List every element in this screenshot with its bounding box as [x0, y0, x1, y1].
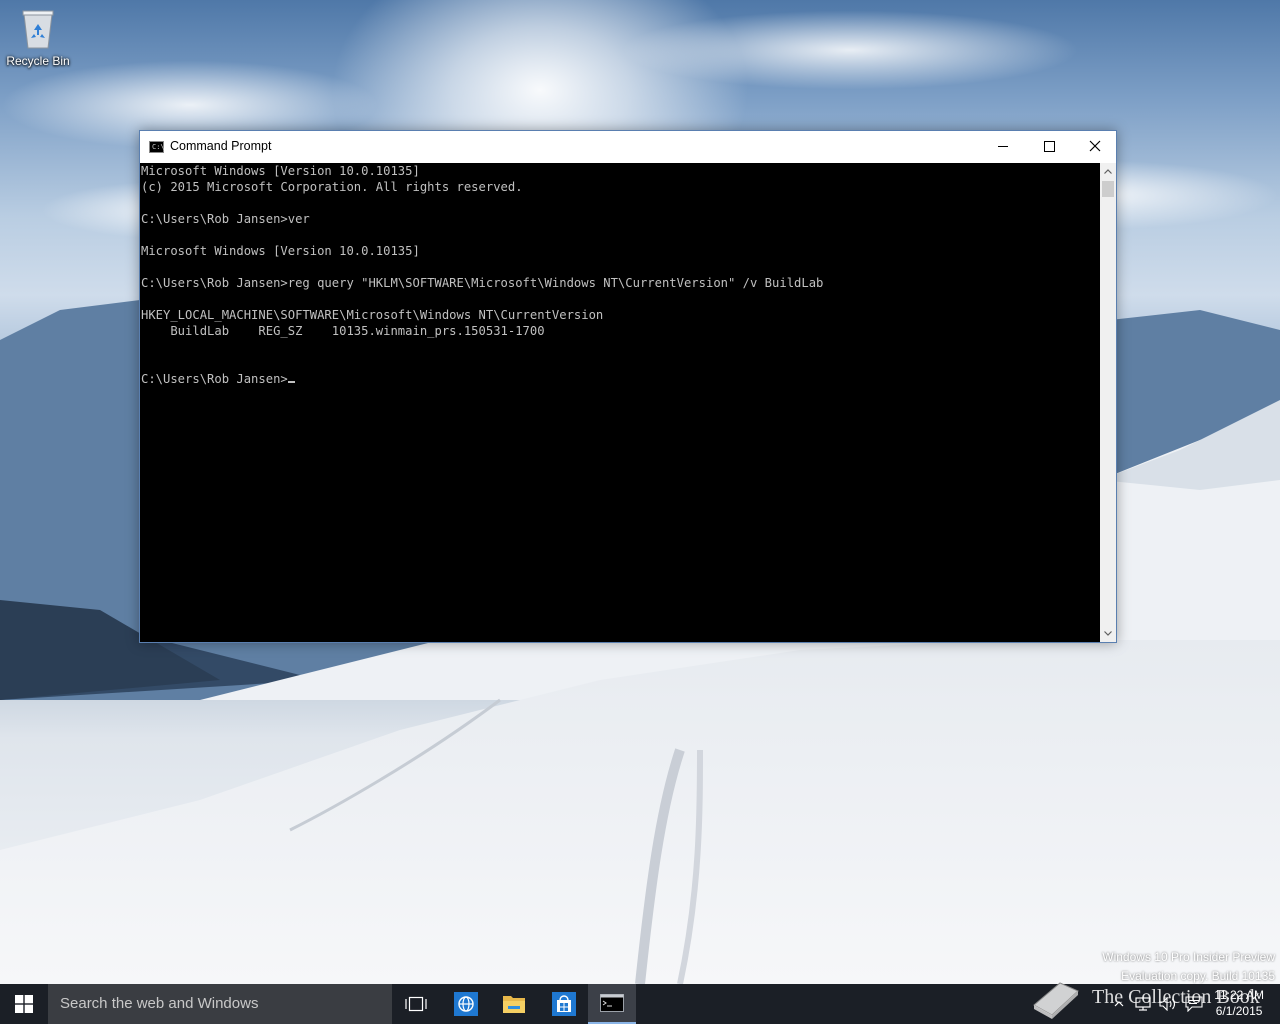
console-output[interactable]: Microsoft Windows [Version 10.0.10135] (…: [140, 163, 1100, 642]
console-scrollbar[interactable]: [1100, 163, 1116, 642]
cmd-icon: C:\: [149, 141, 165, 153]
close-button[interactable]: [1072, 131, 1118, 161]
file-explorer-taskbar-button[interactable]: [490, 984, 538, 1024]
console-cursor: [287, 381, 295, 383]
console-prompt: C:\Users\Rob Jansen>: [141, 372, 288, 386]
console-text: Microsoft Windows [Version 10.0.10135] (…: [141, 164, 824, 386]
minimize-button[interactable]: [980, 131, 1026, 161]
store-icon: [552, 992, 576, 1016]
window-titlebar[interactable]: C:\ Command Prompt: [140, 131, 1116, 163]
book-logo-icon: [1033, 982, 1079, 1019]
folder-icon: [503, 996, 525, 1013]
close-icon: [1089, 140, 1101, 152]
recycle-bin-icon: [22, 10, 54, 49]
desktop-icon-recycle-bin[interactable]: Recycle Bin: [4, 8, 72, 68]
maximize-icon: [1043, 140, 1055, 152]
maximize-button[interactable]: [1026, 131, 1072, 161]
task-view-button[interactable]: [392, 984, 440, 1024]
start-button[interactable]: [0, 984, 48, 1024]
cmd-icon: [600, 994, 624, 1012]
store-taskbar-button[interactable]: [540, 984, 588, 1024]
minimize-icon: [998, 146, 1008, 147]
command-prompt-window[interactable]: C:\ Command Prompt Microsoft Windows [Ve…: [139, 130, 1117, 643]
search-box[interactable]: Search the web and Windows: [48, 984, 392, 1024]
globe-icon: [454, 992, 478, 1016]
command-prompt-taskbar-button[interactable]: [588, 984, 636, 1024]
scroll-up-button[interactable]: [1100, 163, 1116, 180]
wallpaper-cloud: [620, 10, 1080, 90]
windows-logo-icon: [15, 995, 33, 1013]
watermark-line-edition: Windows 10 Pro Insider Preview: [1102, 950, 1275, 964]
chevron-up-icon: [1104, 169, 1112, 174]
window-title: Command Prompt: [170, 139, 272, 153]
desktop-icon-label: Recycle Bin: [6, 54, 70, 68]
scroll-down-button[interactable]: [1100, 625, 1116, 642]
chevron-down-icon: [1104, 631, 1112, 636]
search-placeholder: Search the web and Windows: [60, 995, 259, 1012]
scroll-thumb[interactable]: [1102, 181, 1114, 197]
task-view-icon: [405, 996, 427, 1012]
browser-taskbar-button[interactable]: [442, 984, 490, 1024]
brand-watermark: The Collection Book: [1030, 975, 1260, 1019]
wallpaper-snow-slope: [0, 640, 1280, 984]
brand-text: The Collection Book: [1092, 985, 1260, 1008]
